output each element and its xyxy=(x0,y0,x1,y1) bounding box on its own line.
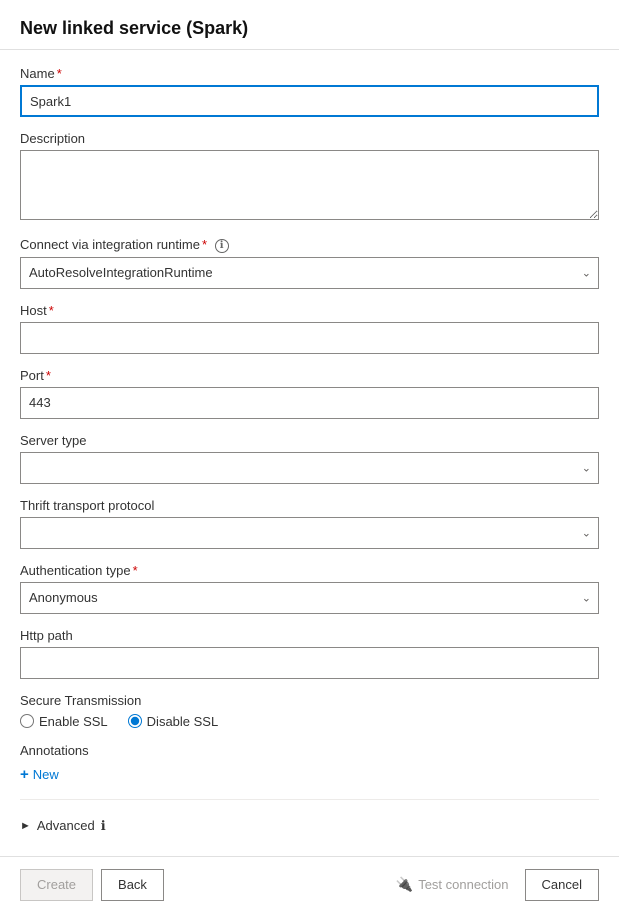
http-path-group: Http path xyxy=(20,628,599,679)
description-label: Description xyxy=(20,131,599,146)
create-button[interactable]: Create xyxy=(20,869,93,901)
annotations-label: Annotations xyxy=(20,743,599,758)
dialog-title: New linked service (Spark) xyxy=(20,18,599,39)
advanced-expand-icon: ► xyxy=(20,820,31,832)
thrift-group: Thrift transport protocol ⌄ xyxy=(20,498,599,549)
integration-runtime-chevron-icon: ⌄ xyxy=(582,266,591,279)
server-type-chevron-icon: ⌄ xyxy=(582,461,591,474)
auth-chevron-icon: ⌄ xyxy=(582,591,591,604)
name-label: Name* xyxy=(20,66,599,81)
server-type-label: Server type xyxy=(20,433,599,448)
thrift-select[interactable]: ⌄ xyxy=(20,517,599,549)
integration-runtime-select[interactable]: AutoResolveIntegrationRuntime ⌄ xyxy=(20,257,599,289)
host-label: Host* xyxy=(20,303,599,318)
disable-ssl-label: Disable SSL xyxy=(147,714,219,729)
advanced-label: Advanced xyxy=(37,818,95,833)
annotations-group: Annotations + New xyxy=(20,743,599,785)
dialog-body: Name* Description Connect via integratio… xyxy=(0,50,619,856)
thrift-select-wrapper: ⌄ xyxy=(20,517,599,549)
integration-runtime-label: Connect via integration runtime* ℹ xyxy=(20,237,599,253)
add-new-label: New xyxy=(33,767,59,782)
name-input[interactable] xyxy=(20,85,599,117)
auth-group: Authentication type* Anonymous ⌄ xyxy=(20,563,599,614)
server-type-group: Server type ⌄ xyxy=(20,433,599,484)
auth-select[interactable]: Anonymous ⌄ xyxy=(20,582,599,614)
footer-right-actions: 🔌 Test connection Cancel xyxy=(388,869,599,901)
host-input[interactable] xyxy=(20,322,599,354)
enable-ssl-label: Enable SSL xyxy=(39,714,108,729)
port-group: Port* xyxy=(20,368,599,419)
cancel-button[interactable]: Cancel xyxy=(525,869,599,901)
back-button[interactable]: Back xyxy=(101,869,164,901)
auth-label: Authentication type* xyxy=(20,563,599,578)
integration-runtime-select-wrapper: AutoResolveIntegrationRuntime ⌄ xyxy=(20,257,599,289)
enable-ssl-option[interactable]: Enable SSL xyxy=(20,714,108,729)
thrift-chevron-icon: ⌄ xyxy=(582,526,591,539)
integration-runtime-group: Connect via integration runtime* ℹ AutoR… xyxy=(20,237,599,289)
section-divider xyxy=(20,799,599,800)
secure-transmission-label: Secure Transmission xyxy=(20,693,599,708)
http-path-label: Http path xyxy=(20,628,599,643)
secure-transmission-radio-group: Enable SSL Disable SSL xyxy=(20,714,599,729)
plug-icon: 🔌 xyxy=(396,876,413,893)
new-linked-service-dialog: New linked service (Spark) Name* Descrip… xyxy=(0,0,619,913)
dialog-footer: Create Back 🔌 Test connection Cancel xyxy=(0,856,619,913)
advanced-section[interactable]: ► Advanced ℹ xyxy=(20,812,599,840)
enable-ssl-radio[interactable] xyxy=(20,714,34,728)
description-input[interactable] xyxy=(20,150,599,220)
test-connection-button[interactable]: 🔌 Test connection xyxy=(388,876,517,893)
secure-transmission-group: Secure Transmission Enable SSL Disable S… xyxy=(20,693,599,729)
description-group: Description xyxy=(20,131,599,223)
dialog-header: New linked service (Spark) xyxy=(0,0,619,50)
name-group: Name* xyxy=(20,66,599,117)
thrift-label: Thrift transport protocol xyxy=(20,498,599,513)
disable-ssl-radio[interactable] xyxy=(128,714,142,728)
http-path-input[interactable] xyxy=(20,647,599,679)
advanced-info-icon[interactable]: ℹ xyxy=(101,818,106,834)
test-connection-label: Test connection xyxy=(418,877,508,892)
integration-runtime-info-icon[interactable]: ℹ xyxy=(215,239,229,253)
add-new-button[interactable]: + New xyxy=(20,764,59,785)
footer-left-actions: Create Back xyxy=(20,869,164,901)
server-type-select-wrapper: ⌄ xyxy=(20,452,599,484)
plus-icon: + xyxy=(20,766,29,783)
port-label: Port* xyxy=(20,368,599,383)
disable-ssl-option[interactable]: Disable SSL xyxy=(128,714,219,729)
auth-select-wrapper: Anonymous ⌄ xyxy=(20,582,599,614)
server-type-select[interactable]: ⌄ xyxy=(20,452,599,484)
port-input[interactable] xyxy=(20,387,599,419)
host-group: Host* xyxy=(20,303,599,354)
